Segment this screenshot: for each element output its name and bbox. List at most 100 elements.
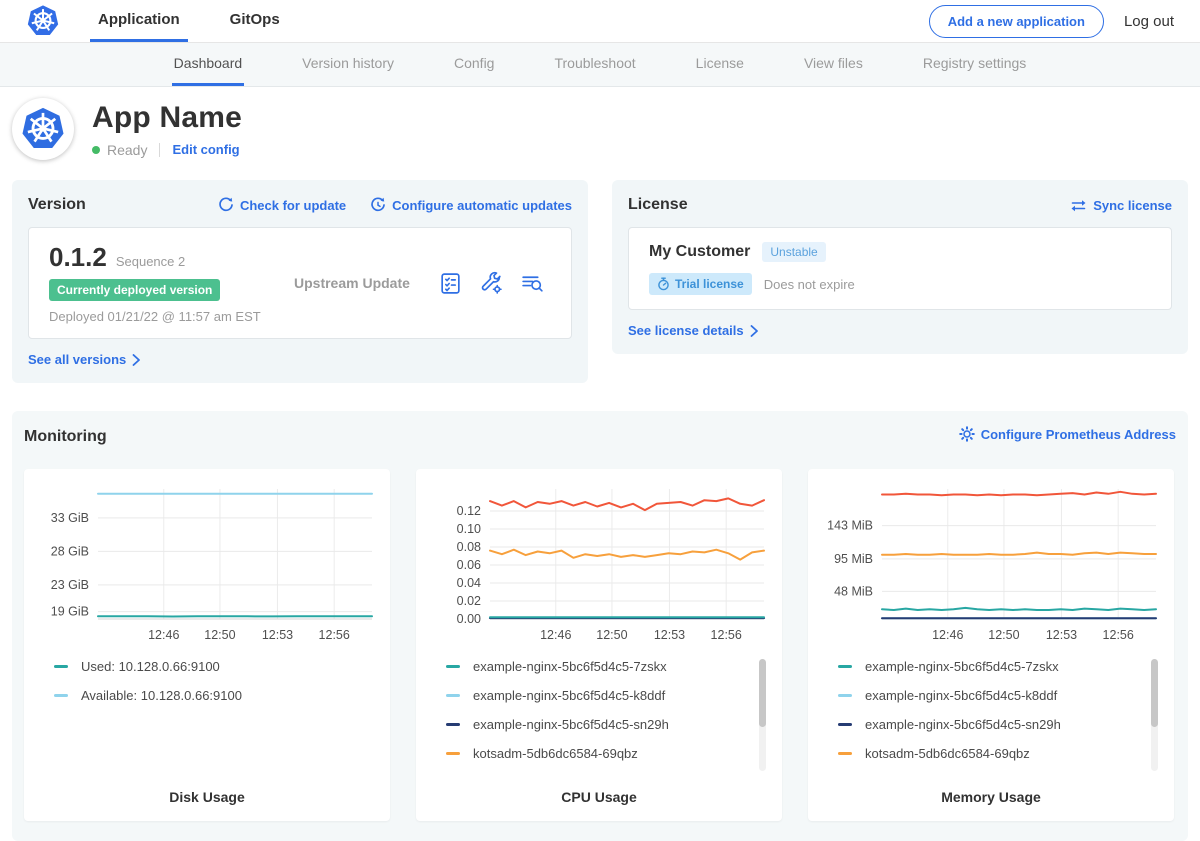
page-title: App Name xyxy=(92,101,242,135)
legend-label: example-nginx-5bc6f5d4c5-k8ddf xyxy=(473,688,665,703)
charts-row: 12:4612:5012:5312:5633 GiB28 GiB23 GiB19… xyxy=(24,469,1176,821)
cpu-usage-legend: example-nginx-5bc6f5d4c5-7zskx example-ng… xyxy=(446,659,782,777)
legend-item: example-nginx-5bc6f5d4c5-7zskx xyxy=(446,659,782,674)
legend-label: Available: 10.128.0.66:9100 xyxy=(81,688,242,703)
edit-config-icon[interactable] xyxy=(479,271,504,296)
svg-text:12:46: 12:46 xyxy=(148,628,179,642)
subnav-tab-dashboard[interactable]: Dashboard xyxy=(172,43,245,86)
legend-item: Used: 10.128.0.66:9100 xyxy=(54,659,390,674)
summary-cards: Version Check for update Configure au xyxy=(0,180,1200,383)
svg-text:12:53: 12:53 xyxy=(262,628,293,642)
refresh-icon xyxy=(218,197,234,213)
subnav-tab-version-history[interactable]: Version history xyxy=(300,43,396,86)
version-number: 0.1.2 xyxy=(49,242,107,273)
svg-text:12:46: 12:46 xyxy=(932,628,963,642)
configure-automatic-updates-link[interactable]: Configure automatic updates xyxy=(370,197,572,213)
legend-scrollbar-thumb[interactable] xyxy=(1151,659,1158,727)
legend-scrollbar[interactable] xyxy=(759,659,766,771)
svg-text:0.08: 0.08 xyxy=(457,540,481,554)
trial-license-badge: Trial license xyxy=(649,273,752,295)
sync-icon xyxy=(1070,198,1087,213)
legend-line-swatch xyxy=(446,752,460,755)
chart-title: CPU Usage xyxy=(416,789,782,805)
license-card: License Sync license My Customer Unstabl… xyxy=(612,180,1188,354)
svg-text:12:50: 12:50 xyxy=(204,628,235,642)
edit-config-link[interactable]: Edit config xyxy=(172,142,239,157)
legend-label: example-nginx-5bc6f5d4c5-7zskx xyxy=(865,659,1059,674)
preflight-checks-icon[interactable] xyxy=(438,271,463,296)
legend-label: Used: 10.128.0.66:9100 xyxy=(81,659,220,674)
subnav-tab-view-files[interactable]: View files xyxy=(802,43,865,86)
svg-text:95 MiB: 95 MiB xyxy=(834,552,873,566)
disk-usage-chart-card: 12:4612:5012:5312:5633 GiB28 GiB23 GiB19… xyxy=(24,469,390,821)
legend-line-swatch xyxy=(446,723,460,726)
chevron-right-icon xyxy=(132,354,141,366)
svg-text:23 GiB: 23 GiB xyxy=(51,578,89,592)
chart-title: Memory Usage xyxy=(808,789,1174,805)
disk-usage-legend: Used: 10.128.0.66:9100 Available: 10.128.… xyxy=(54,659,390,777)
configure-prometheus-link[interactable]: Configure Prometheus Address xyxy=(959,426,1176,442)
legend-line-swatch xyxy=(446,694,460,697)
svg-text:28 GiB: 28 GiB xyxy=(51,544,89,558)
legend-item: kotsadm-5db6dc6584-69qbz xyxy=(838,746,1174,761)
monitoring-panel: Monitoring Configure Prometheus Address … xyxy=(12,411,1188,841)
top-navbar: ApplicationGitOps Add a new application … xyxy=(0,0,1200,43)
see-license-details-link[interactable]: See license details xyxy=(628,323,759,338)
license-card-title: License xyxy=(628,196,688,214)
deployed-version-badge: Currently deployed version xyxy=(49,279,220,301)
legend-line-swatch xyxy=(838,752,852,755)
legend-line-swatch xyxy=(838,723,852,726)
legend-scrollbar[interactable] xyxy=(1151,659,1158,771)
subnav-tab-license[interactable]: License xyxy=(694,43,746,86)
logout-link[interactable]: Log out xyxy=(1124,13,1174,30)
check-for-update-link[interactable]: Check for update xyxy=(218,197,346,213)
see-all-versions-link[interactable]: See all versions xyxy=(28,352,141,367)
legend-label: kotsadm-5db6dc6584-69qbz xyxy=(865,746,1030,761)
legend-scrollbar-thumb[interactable] xyxy=(759,659,766,727)
monitoring-title: Monitoring xyxy=(24,428,107,446)
status-label: Ready xyxy=(107,142,147,158)
sync-license-link[interactable]: Sync license xyxy=(1070,198,1172,213)
svg-text:0.10: 0.10 xyxy=(457,522,481,536)
add-application-button[interactable]: Add a new application xyxy=(929,5,1104,38)
deployed-timestamp: Deployed 01/21/22 @ 11:57 am EST xyxy=(49,309,294,324)
svg-text:12:53: 12:53 xyxy=(1046,628,1077,642)
memory-usage-plot: 12:4612:5012:5312:56143 MiB95 MiB48 MiB xyxy=(808,481,1174,645)
topnav-tab-application[interactable]: Application xyxy=(90,0,188,42)
subnav-tab-troubleshoot[interactable]: Troubleshoot xyxy=(552,43,637,86)
svg-text:12:53: 12:53 xyxy=(654,628,685,642)
channel-badge: Unstable xyxy=(762,242,825,262)
svg-text:12:46: 12:46 xyxy=(540,628,571,642)
legend-label: example-nginx-5bc6f5d4c5-sn29h xyxy=(865,717,1061,732)
kubernetes-app-icon xyxy=(20,106,66,152)
app-subnav: Dashboard Version history Config Troublesho… xyxy=(0,43,1200,87)
legend-line-swatch xyxy=(446,665,460,668)
legend-label: example-nginx-5bc6f5d4c5-7zskx xyxy=(473,659,667,674)
legend-item: example-nginx-5bc6f5d4c5-7zskx xyxy=(838,659,1174,674)
legend-item: example-nginx-5bc6f5d4c5-k8ddf xyxy=(838,688,1174,703)
svg-text:12:56: 12:56 xyxy=(711,628,742,642)
gear-icon xyxy=(959,426,975,442)
svg-text:0.12: 0.12 xyxy=(457,504,481,518)
legend-line-swatch xyxy=(838,694,852,697)
svg-text:0.04: 0.04 xyxy=(457,576,481,590)
legend-item: example-nginx-5bc6f5d4c5-k8ddf xyxy=(446,688,782,703)
stopwatch-icon xyxy=(657,277,670,291)
legend-line-swatch xyxy=(838,665,852,668)
svg-text:143 MiB: 143 MiB xyxy=(827,519,873,533)
version-card-title: Version xyxy=(28,196,86,214)
customer-name: My Customer xyxy=(649,243,750,261)
disk-usage-plot: 12:4612:5012:5312:5633 GiB28 GiB23 GiB19… xyxy=(24,481,390,645)
chevron-right-icon xyxy=(750,325,759,337)
svg-text:48 MiB: 48 MiB xyxy=(834,584,873,598)
ready-status-dot xyxy=(92,146,100,154)
svg-text:0.00: 0.00 xyxy=(457,612,481,626)
subnav-tab-registry-settings[interactable]: Registry settings xyxy=(921,43,1028,86)
svg-text:12:50: 12:50 xyxy=(596,628,627,642)
cpu-usage-plot: 12:4612:5012:5312:560.120.100.080.060.04… xyxy=(416,481,782,645)
svg-text:0.02: 0.02 xyxy=(457,594,481,608)
sequence-label: Sequence 2 xyxy=(116,254,185,269)
view-diff-logs-icon[interactable] xyxy=(520,271,545,296)
topnav-tab-gitops[interactable]: GitOps xyxy=(222,0,288,42)
subnav-tab-config[interactable]: Config xyxy=(452,43,496,86)
